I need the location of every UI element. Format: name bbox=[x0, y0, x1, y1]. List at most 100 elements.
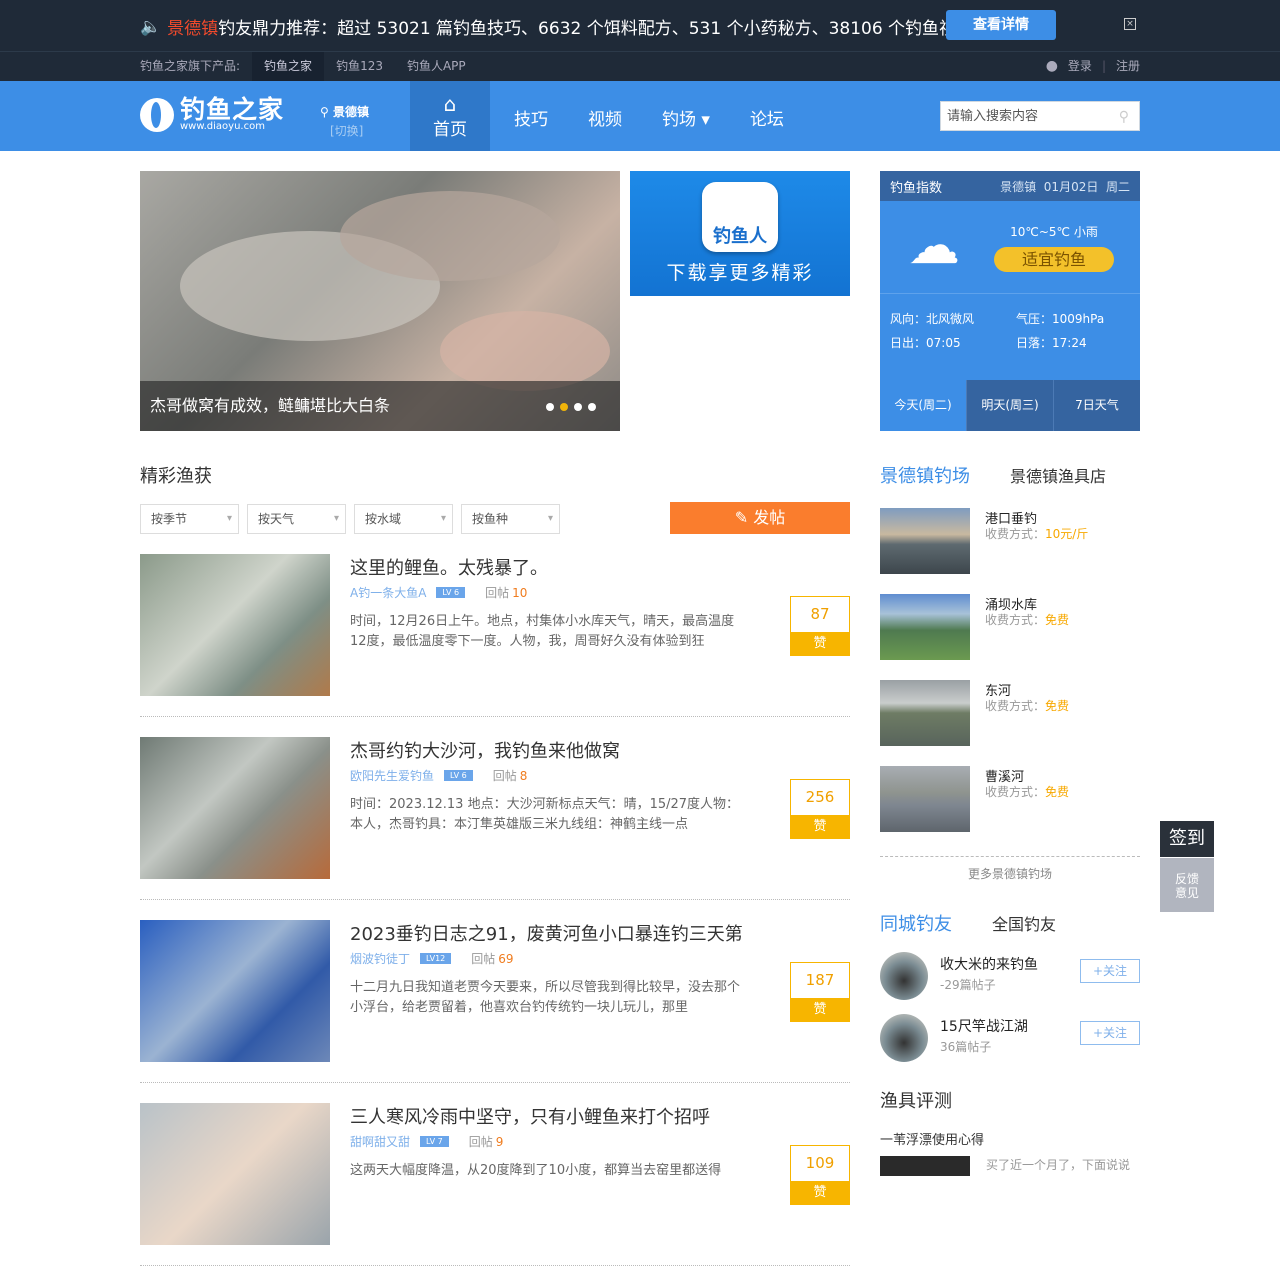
temperature: 10℃~5℃ 小雨 bbox=[1010, 225, 1098, 239]
reply-label: 回帖 bbox=[485, 586, 510, 600]
post-thumbnail[interactable] bbox=[140, 554, 330, 696]
search-icon[interactable]: ⚲ bbox=[1119, 102, 1129, 132]
nav-videos[interactable]: 视频 bbox=[588, 105, 622, 130]
new-post-button[interactable]: ✎ 发帖 bbox=[670, 502, 850, 534]
nav-home[interactable]: ⌂ 首页 bbox=[410, 81, 490, 151]
like-count: 187 bbox=[805, 971, 835, 989]
login-link[interactable]: 登录 bbox=[1068, 52, 1092, 81]
post-title[interactable]: 2023垂钓日志之91，废黄河鱼小口暴连钓三天第 bbox=[350, 920, 743, 946]
post-title[interactable]: 这里的鲤鱼。太残暴了。 bbox=[350, 554, 548, 580]
tab-local-friends[interactable]: 同城钓友 bbox=[880, 910, 952, 936]
friend-name[interactable]: 15尺竿战江湖 bbox=[940, 1016, 1028, 1036]
tab-tackle-shops[interactable]: 景德镇渔具店 bbox=[1010, 463, 1106, 487]
gear-item-title[interactable]: 一苇浮漂使用心得 bbox=[880, 1129, 1140, 1148]
follow-button[interactable]: +关注 bbox=[1080, 1021, 1140, 1045]
friend-post-count: -29篇帖子 bbox=[940, 978, 996, 992]
nav-home-label: 首页 bbox=[433, 120, 467, 140]
nav-spots[interactable]: 钓场 ▾ bbox=[662, 105, 710, 130]
notice-bar: 🔈 景德镇 钓友鼎力推荐：超过 53021 篇钓鱼技巧、6632 个饵料配方、5… bbox=[0, 0, 1280, 51]
post-excerpt: 时间，12月26日上午。地点，村集体小水库天气，晴天，最高温度12度，最低温度零… bbox=[350, 614, 735, 649]
filter-species[interactable]: 按鱼种 bbox=[461, 504, 560, 534]
more-spots-link[interactable]: 更多景德镇钓场 bbox=[880, 856, 1140, 882]
spot-thumbnail[interactable] bbox=[880, 680, 970, 746]
switch-city-link[interactable]: [切换] bbox=[330, 122, 369, 139]
location: ⚲ 景德镇 [切换] bbox=[320, 103, 369, 139]
like-button[interactable]: 87 赞 bbox=[790, 596, 850, 656]
fee-value: 免费 bbox=[1045, 613, 1070, 627]
carousel-dots[interactable] bbox=[546, 403, 596, 411]
filter-water[interactable]: 按水域 bbox=[354, 504, 453, 534]
search-input[interactable]: 请输入搜索内容 ⚲ bbox=[940, 101, 1140, 131]
product-link[interactable]: 钓鱼123 bbox=[324, 52, 395, 81]
fishing-suitability-badge: 适宜钓鱼 bbox=[994, 247, 1114, 272]
logo-icon bbox=[140, 97, 174, 132]
spot-thumbnail[interactable] bbox=[880, 766, 970, 832]
post-thumbnail[interactable] bbox=[140, 920, 330, 1062]
section-title: 精彩渔获 bbox=[140, 466, 212, 487]
qq-icon[interactable]: ● bbox=[1046, 52, 1058, 81]
friend-name[interactable]: 收大米的来钓鱼 bbox=[940, 954, 1038, 974]
notice-city: 景德镇 bbox=[167, 19, 219, 39]
tab-national-friends[interactable]: 全国钓友 bbox=[992, 911, 1056, 935]
like-count: 256 bbox=[805, 788, 835, 806]
ad-text: 下载享更多精彩 bbox=[666, 262, 814, 284]
like-button[interactable]: 187 赞 bbox=[790, 962, 850, 1022]
fee-label: 收费方式： bbox=[985, 527, 1046, 541]
tab-tomorrow[interactable]: 明天(周三) bbox=[966, 380, 1053, 431]
home-icon: ⌂ bbox=[443, 92, 457, 116]
spot-item[interactable]: 曹溪河 收费方式：免费 bbox=[880, 766, 1140, 852]
avatar[interactable] bbox=[880, 1014, 928, 1062]
speaker-icon: 🔈 bbox=[140, 16, 162, 37]
spot-thumbnail[interactable] bbox=[880, 594, 970, 660]
new-post-label: 发帖 bbox=[753, 508, 786, 527]
feedback-button[interactable]: 反馈意见 bbox=[1160, 858, 1214, 912]
post-item: 2023垂钓日志之91，废黄河鱼小口暴连钓三天第 烟波钓徒丁 LV12 回帖 69 十… bbox=[140, 920, 850, 1103]
tab-today[interactable]: 今天(周二) bbox=[880, 380, 966, 431]
rain-cloud-icon: ☁ bbox=[908, 216, 960, 276]
app-ad[interactable]: 钓鱼人 下载享更多精彩 bbox=[630, 171, 850, 296]
tab-7day[interactable]: 7日天气 bbox=[1053, 380, 1140, 431]
post-item: 这里的鲤鱼。太残暴了。 A钓一条大鱼A LV 6 回帖 10 时间，12月26日上午。… bbox=[140, 554, 850, 737]
filter-weather[interactable]: 按天气 bbox=[247, 504, 346, 534]
fee-label: 收费方式： bbox=[985, 699, 1046, 713]
product-link[interactable]: 钓鱼人APP bbox=[395, 52, 478, 81]
fishing-index-widget: 钓鱼指数 景德镇 01月02日 周二 ☁ 10℃~5℃ 小雨 适宜钓鱼 风向：北… bbox=[880, 171, 1140, 431]
nav-tips[interactable]: 技巧 bbox=[514, 105, 548, 130]
product-link[interactable]: 钓鱼之家 bbox=[252, 52, 325, 81]
post-title[interactable]: 三人寒风冷雨中坚守，只有小鲤鱼来打个招呼 bbox=[350, 1103, 710, 1129]
like-count: 109 bbox=[805, 1154, 835, 1172]
avatar[interactable] bbox=[880, 952, 928, 1000]
banner-carousel[interactable]: 杰哥做窝有成效，鲢鳙堪比大白条 bbox=[140, 171, 620, 431]
post-author[interactable]: A钓一条大鱼A bbox=[350, 584, 426, 601]
notice-text: 钓友鼎力推荐：超过 53021 篇钓鱼技巧、6632 个饵料配方、531 个小药… bbox=[218, 19, 974, 39]
spot-item[interactable]: 港口垂钓 收费方式：10元/斤 bbox=[880, 508, 1140, 594]
post-author[interactable]: 甜啊甜又甜 bbox=[350, 1133, 410, 1150]
sign-in-button[interactable]: 签到 bbox=[1160, 821, 1214, 857]
close-icon[interactable]: × bbox=[1124, 18, 1136, 30]
filter-season[interactable]: 按季节 bbox=[140, 504, 239, 534]
spot-item[interactable]: 东河 收费方式：免费 bbox=[880, 680, 1140, 766]
site-logo[interactable]: 钓鱼之家 www.diaoyu.com bbox=[140, 97, 284, 132]
spot-item[interactable]: 涌坝水库 收费方式：免费 bbox=[880, 594, 1140, 680]
gear-title: 渔具评测 bbox=[880, 1091, 952, 1112]
gear-thumb[interactable] bbox=[880, 1156, 970, 1176]
post-author[interactable]: 欧阳先生爱钓鱼 bbox=[350, 767, 434, 784]
post-title[interactable]: 杰哥约钓大沙河，我钓鱼来他做窝 bbox=[350, 737, 620, 763]
view-details-button[interactable]: 查看详情 bbox=[946, 10, 1056, 40]
post-thumbnail[interactable] bbox=[140, 1103, 330, 1245]
tab-local-spots[interactable]: 景德镇钓场 bbox=[880, 462, 970, 488]
weather-date: 01月02日 bbox=[1043, 179, 1099, 194]
register-link[interactable]: 注册 bbox=[1116, 52, 1140, 81]
weather-city: 景德镇 bbox=[1000, 179, 1037, 194]
like-count: 87 bbox=[810, 605, 830, 623]
post-thumbnail[interactable] bbox=[140, 737, 330, 879]
wind: 风向：北风微风 bbox=[890, 312, 975, 326]
nav-forum[interactable]: 论坛 bbox=[750, 105, 784, 130]
post-author[interactable]: 烟波钓徒丁 bbox=[350, 950, 410, 967]
spot-thumbnail[interactable] bbox=[880, 508, 970, 574]
products-label: 钓鱼之家旗下产品: bbox=[140, 59, 241, 73]
follow-button[interactable]: +关注 bbox=[1080, 959, 1140, 983]
level-badge: LV 6 bbox=[436, 587, 466, 598]
like-button[interactable]: 256 赞 bbox=[790, 779, 850, 839]
like-button[interactable]: 109 赞 bbox=[790, 1145, 850, 1205]
